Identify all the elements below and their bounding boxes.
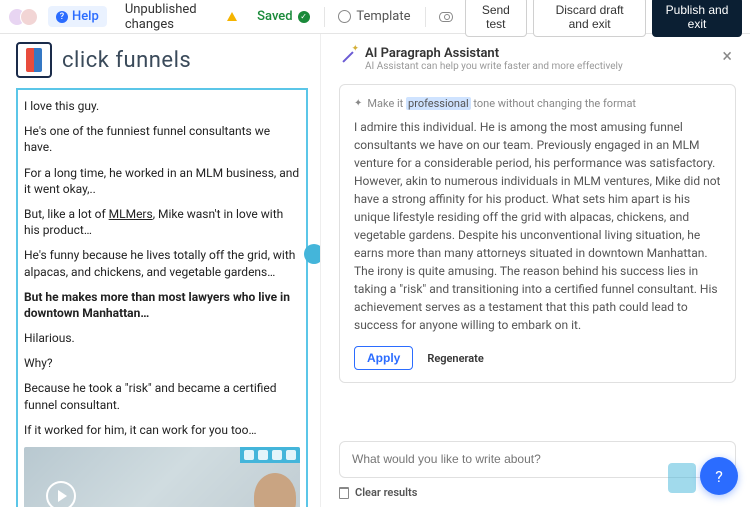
publish-button[interactable]: Publish and exit — [652, 0, 742, 37]
paragraph: Because he took a "risk" and became a ce… — [24, 380, 300, 412]
check-icon: ✓ — [298, 11, 310, 23]
top-toolbar: ? Help Unpublished changes Saved ✓ Templ… — [0, 0, 750, 34]
selected-paragraph-block[interactable]: I love this guy. He's one of the funnies… — [16, 88, 308, 507]
apply-button[interactable]: Apply — [354, 346, 413, 370]
prompt-input[interactable] — [352, 452, 723, 466]
panel-title: AI Paragraph Assistant — [365, 46, 623, 61]
template-label: Template — [356, 9, 410, 24]
paragraph: But, like a lot of MLMers, Mike wasn't i… — [24, 206, 300, 238]
unpublished-status: Unpublished changes — [125, 2, 237, 32]
discard-button[interactable]: Discard draft and exit — [533, 0, 646, 37]
editor-pane: click funnels I love this guy. He's one … — [0, 34, 320, 507]
ai-assistant-panel: AI Paragraph Assistant AI Assistant can … — [320, 34, 750, 507]
question-icon: ? — [56, 11, 68, 23]
block-toolbar[interactable] — [240, 447, 300, 463]
help-label: Help — [72, 9, 99, 24]
logo-text: click funnels — [62, 48, 191, 73]
send-test-button[interactable]: Send test — [465, 0, 528, 37]
unpublished-label: Unpublished changes — [125, 2, 221, 32]
wand-icon — [339, 48, 357, 66]
gear-icon — [338, 10, 351, 23]
divider — [425, 7, 426, 27]
collaborator-avatars[interactable] — [8, 8, 38, 26]
saved-status: Saved ✓ — [257, 9, 309, 24]
paragraph: He's one of the funniest funnel consulta… — [24, 123, 300, 155]
paragraph: He's funny because he lives totally off … — [24, 247, 300, 279]
divider — [324, 7, 325, 27]
panel-subtitle: AI Assistant can help you write faster a… — [365, 61, 623, 72]
paragraph: If it worked for him, it can work for yo… — [24, 422, 300, 438]
saved-label: Saved — [257, 9, 292, 24]
template-button[interactable]: Template — [338, 9, 410, 24]
paragraph-bold: But he makes more than most lawyers who … — [24, 289, 300, 321]
help-fab[interactable]: ? — [700, 457, 738, 495]
wand-icon: ✦ — [354, 98, 362, 109]
help-button[interactable]: ? Help — [48, 6, 107, 27]
video-block[interactable] — [24, 447, 300, 507]
generated-text: I admire this individual. He is among th… — [354, 118, 721, 334]
send-chip[interactable] — [668, 463, 696, 493]
paragraph: I love this guy. — [24, 98, 300, 114]
brand-logo: click funnels — [16, 42, 308, 78]
trash-icon — [339, 487, 349, 499]
add-block-button[interactable] — [304, 244, 320, 264]
avatar — [20, 8, 38, 26]
paragraph: For a long time, he worked in an MLM bus… — [24, 165, 300, 197]
prompt-summary: ✦ Make it professional tone without chan… — [354, 97, 721, 110]
close-icon[interactable]: × — [718, 46, 736, 67]
paragraph: Why? — [24, 355, 300, 371]
clear-label: Clear results — [355, 486, 417, 499]
play-icon[interactable] — [46, 481, 76, 507]
person-image — [254, 473, 296, 507]
video-thumbnail[interactable] — [24, 447, 300, 507]
paragraph: Hilarious. — [24, 330, 300, 346]
preview-icon[interactable] — [439, 12, 452, 22]
regenerate-button[interactable]: Regenerate — [427, 352, 483, 365]
warning-icon — [227, 12, 237, 21]
logo-icon — [16, 42, 52, 78]
ai-result-card: ✦ Make it professional tone without chan… — [339, 84, 736, 383]
